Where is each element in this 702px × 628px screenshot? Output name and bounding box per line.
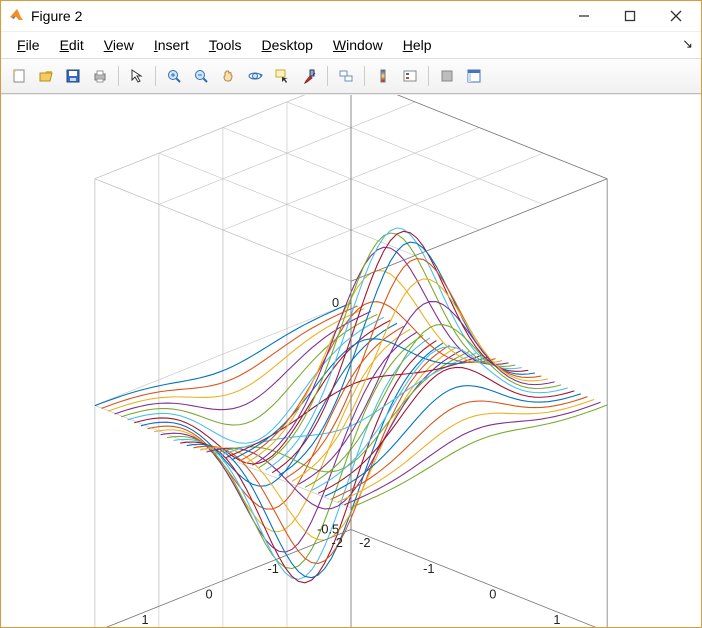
menu-help[interactable]: Help [393,34,442,56]
menu-desktop[interactable]: Desktop [252,34,323,56]
zoom-in-button[interactable] [162,64,186,88]
svg-text:-1: -1 [423,561,434,576]
print-button[interactable] [88,64,112,88]
maximize-button[interactable] [607,1,653,31]
svg-text:-1: -1 [267,561,278,576]
edit-plot-button[interactable] [125,64,149,88]
menu-tools[interactable]: Tools [199,34,252,56]
svg-text:0: 0 [489,586,496,601]
menu-edit[interactable]: Edit [50,34,94,56]
save-button[interactable] [61,64,85,88]
undock-arrow-icon[interactable]: ↘ [682,36,693,52]
data-cursor-button[interactable] [270,64,294,88]
zoom-out-button[interactable] [189,64,213,88]
plot-canvas: -2-1012-2-1012-0.500.5 [1,95,701,627]
toolbar-separator [155,66,156,86]
pan-button[interactable] [216,64,240,88]
toolbar-separator [364,66,365,86]
show-plot-tools-button[interactable] [462,64,486,88]
menu-insert[interactable]: Insert [144,34,199,56]
svg-text:-2: -2 [359,535,370,550]
close-button[interactable] [653,1,699,31]
toolbar-separator [118,66,119,86]
menubar: File Edit View Insert Tools Desktop Wind… [1,32,701,58]
link-plot-button[interactable] [334,64,358,88]
open-button[interactable] [34,64,58,88]
svg-text:-2: -2 [332,535,343,550]
svg-text:-0.5: -0.5 [317,521,339,536]
svg-text:0: 0 [332,295,339,310]
minimize-button[interactable] [561,1,607,31]
menu-view[interactable]: View [94,34,144,56]
svg-text:1: 1 [553,612,560,627]
axes-3d[interactable]: plot3画图demo -2-1012-2-1012-0.500.5 [1,94,701,627]
new-figure-button[interactable] [7,64,31,88]
figure-window: Figure 2 File Edit View Insert Tools Des… [0,0,702,628]
insert-legend-button[interactable] [398,64,422,88]
svg-text:1: 1 [142,612,149,627]
titlebar: Figure 2 [1,1,701,32]
toolbar-separator [428,66,429,86]
rotate-3d-button[interactable] [243,64,267,88]
insert-colorbar-button[interactable] [371,64,395,88]
toolbar-separator [327,66,328,86]
menu-file[interactable]: File [7,34,50,56]
brush-button[interactable] [297,64,321,88]
menu-window[interactable]: Window [323,34,393,56]
svg-text:0: 0 [206,586,213,601]
hide-plot-tools-button[interactable] [435,64,459,88]
toolbar [1,58,701,94]
window-title: Figure 2 [31,8,561,24]
matlab-icon [9,8,25,24]
